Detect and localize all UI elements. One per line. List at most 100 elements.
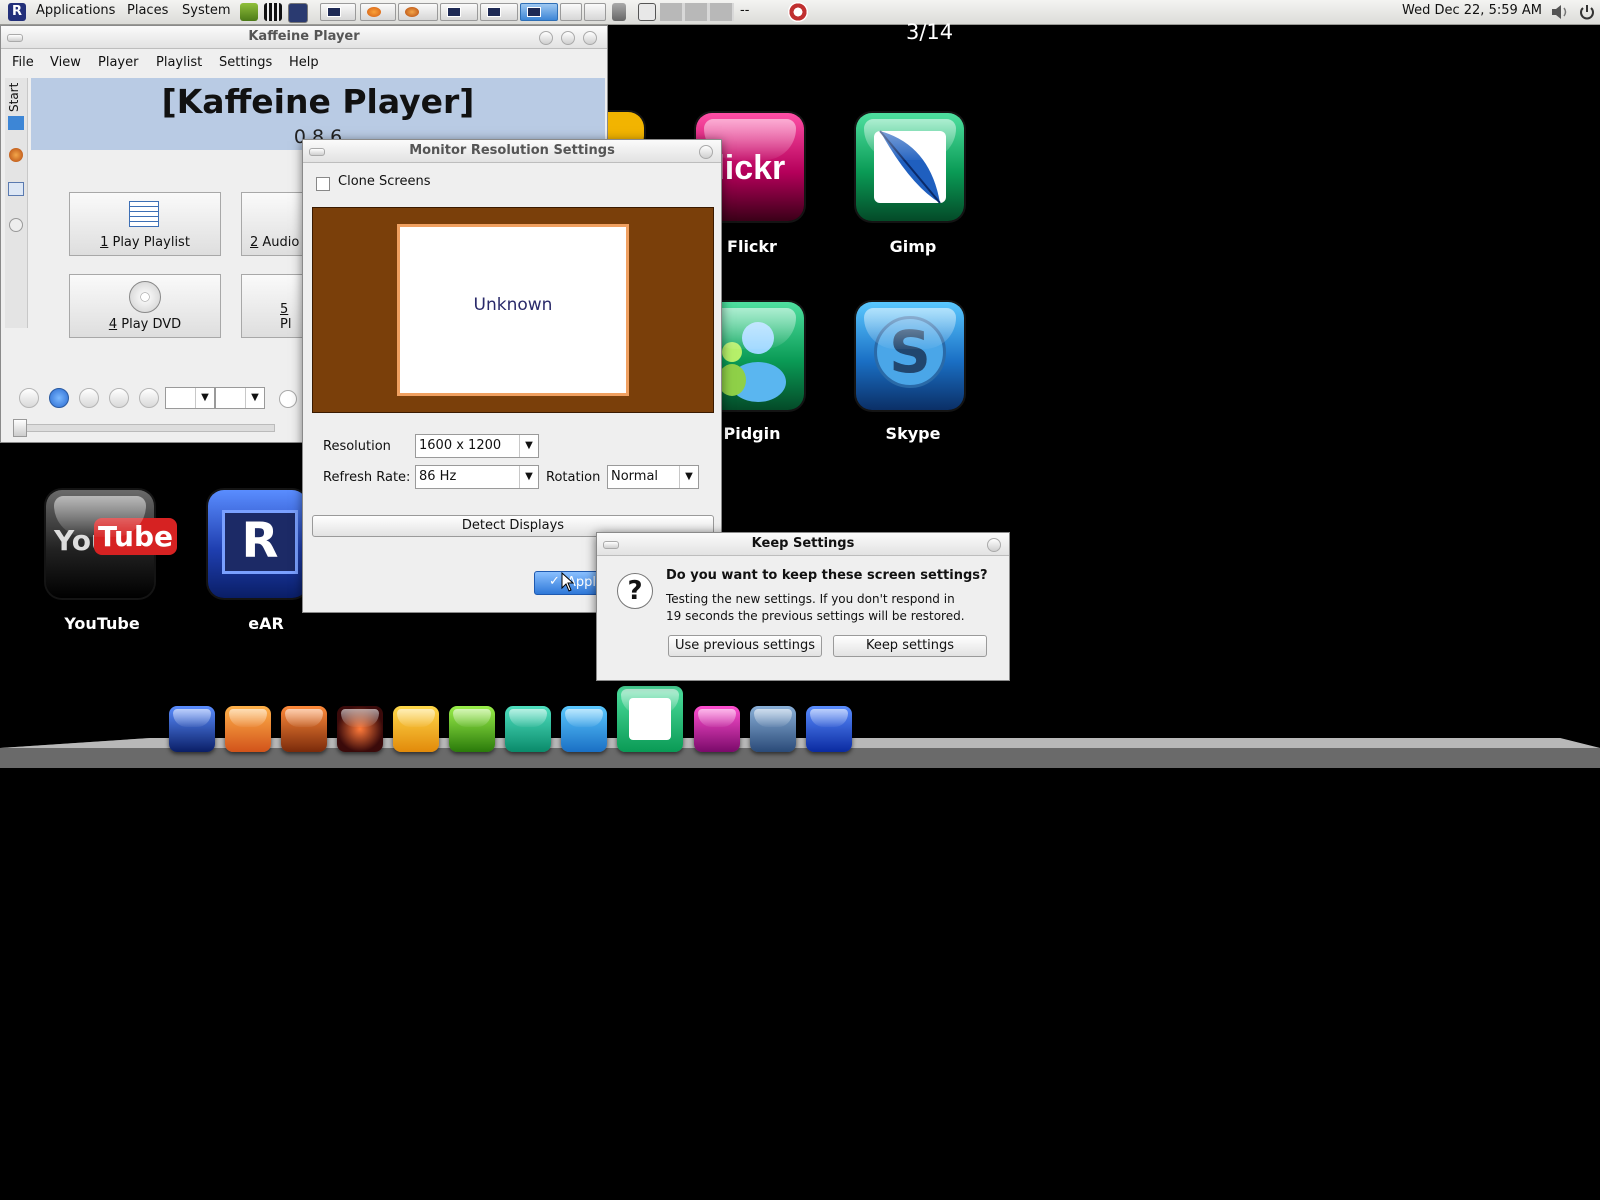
- top-panel: R Applications Places System -- Wed Dec …: [0, 0, 1600, 25]
- monitor-preview[interactable]: Unknown: [397, 224, 629, 396]
- minimize-icon[interactable]: [539, 31, 553, 45]
- clone-screens-checkbox[interactable]: [316, 177, 330, 191]
- workspace-pager[interactable]: [660, 3, 734, 21]
- menu-settings[interactable]: Settings: [219, 55, 272, 70]
- taskbar-button-ear[interactable]: [320, 3, 356, 21]
- monitor-app-icon[interactable]: [240, 3, 258, 21]
- window-menu-icon[interactable]: [309, 148, 325, 156]
- dock-gimp-icon[interactable]: [617, 686, 683, 752]
- dock-pidgin-icon[interactable]: [505, 706, 551, 752]
- next-icon[interactable]: [139, 388, 159, 408]
- menu-system[interactable]: System: [182, 3, 230, 18]
- play-icon[interactable]: [49, 388, 69, 408]
- audio-track-combo[interactable]: ▼: [165, 387, 215, 409]
- volume-slider-handle[interactable]: [279, 390, 297, 408]
- menu-help[interactable]: Help: [289, 55, 319, 70]
- keep-settings-dialog: Keep Settings ? Do you want to keep thes…: [596, 532, 1010, 681]
- keep-question: Do you want to keep these screen setting…: [666, 568, 988, 583]
- dock-settings-icon[interactable]: [750, 706, 796, 752]
- dvb-tab-icon[interactable]: [9, 218, 23, 232]
- panel-separator: --: [740, 3, 750, 18]
- play-button-5[interactable]: 5 Pl: [241, 274, 303, 338]
- kaffeine-titlebar[interactable]: Kaffeine Player: [1, 26, 607, 49]
- play-dvd-key: 4: [108, 317, 118, 332]
- taskbar-button-window-b[interactable]: [480, 3, 518, 21]
- dock-music-icon[interactable]: [694, 706, 740, 752]
- banner-title: [Kaffeine Player]: [161, 82, 475, 121]
- window-menu-icon[interactable]: [603, 541, 619, 549]
- gimp-label[interactable]: Gimp: [843, 237, 983, 256]
- start-icon[interactable]: [8, 116, 24, 130]
- menu-player[interactable]: Player: [98, 55, 138, 70]
- subtitle-combo[interactable]: ▼: [215, 387, 265, 409]
- skype-label[interactable]: Skype: [843, 424, 983, 443]
- dock-files-icon[interactable]: [561, 706, 607, 752]
- close-icon[interactable]: [987, 538, 1001, 552]
- panel-clock[interactable]: Wed Dec 22, 5:59 AM: [1402, 3, 1542, 18]
- menu-playlist[interactable]: Playlist: [156, 55, 202, 70]
- play-playlist-button[interactable]: 1 Play Playlist: [69, 192, 221, 256]
- kaffeine-tab-icon[interactable]: [9, 148, 23, 162]
- menu-applications[interactable]: Applications: [36, 3, 115, 18]
- workspace-switch-2[interactable]: [584, 3, 606, 21]
- playlist-tab-icon[interactable]: [8, 182, 24, 196]
- play-dvd-button[interactable]: 4 Play DVD: [69, 274, 221, 338]
- window-menu-icon[interactable]: [7, 34, 23, 42]
- trash-icon[interactable]: [612, 3, 626, 21]
- chevron-down-icon: ▼: [519, 435, 538, 457]
- piano-icon[interactable]: [264, 3, 282, 21]
- audio-button[interactable]: 2 Audio: [241, 192, 303, 256]
- refresh-rate-select[interactable]: 86 Hz ▼: [415, 465, 539, 489]
- previous-icon[interactable]: [19, 388, 39, 408]
- dock-coffee-icon[interactable]: [393, 706, 439, 752]
- workspace-switch-1[interactable]: [560, 3, 582, 21]
- volume-icon[interactable]: [1550, 3, 1570, 21]
- skype-app-icon[interactable]: S: [856, 302, 964, 410]
- playlist-icon: [129, 201, 159, 227]
- taskbar-button-window-a[interactable]: [440, 3, 478, 21]
- close-icon[interactable]: [583, 31, 597, 45]
- clone-screens-label[interactable]: Clone Screens: [338, 174, 430, 189]
- menu-file[interactable]: File: [12, 55, 34, 70]
- taskbar-button-monitor-settings[interactable]: [520, 3, 558, 21]
- ear-logo-icon[interactable]: R: [8, 3, 26, 21]
- dock-ear-icon[interactable]: [169, 706, 215, 752]
- ear-app-icon[interactable]: R: [208, 490, 308, 598]
- menu-places[interactable]: Places: [127, 3, 168, 18]
- menu-view[interactable]: View: [50, 55, 81, 70]
- keep-dialog-titlebar[interactable]: Keep Settings: [597, 533, 1009, 556]
- screenshot-icon[interactable]: [638, 3, 656, 21]
- position-slider[interactable]: [13, 424, 275, 432]
- dock-power-icon[interactable]: [806, 706, 852, 752]
- monitor-dialog-titlebar[interactable]: Monitor Resolution Settings: [303, 140, 721, 163]
- chevron-down-icon: ▼: [519, 466, 538, 488]
- question-icon: ?: [617, 573, 653, 609]
- use-previous-settings-button[interactable]: Use previous settings: [668, 635, 822, 657]
- display-icon[interactable]: [288, 3, 308, 23]
- pause-icon[interactable]: [79, 388, 99, 408]
- audio-label: Audio: [258, 235, 300, 250]
- youtube-app-icon[interactable]: You Tube: [46, 490, 177, 598]
- power-icon[interactable]: [1578, 3, 1596, 21]
- ear-label[interactable]: eAR: [196, 614, 336, 633]
- start-tab[interactable]: Start: [7, 83, 21, 112]
- close-icon[interactable]: [699, 145, 713, 159]
- dock-photos-icon[interactable]: [449, 706, 495, 752]
- youtube-label[interactable]: YouTube: [32, 614, 172, 633]
- keep-settings-button[interactable]: Keep settings: [833, 635, 987, 657]
- dock-firefox-icon[interactable]: [225, 706, 271, 752]
- page-indicator: 3/14: [906, 20, 954, 44]
- resolution-select[interactable]: 1600 x 1200 ▼: [415, 434, 539, 458]
- dock-guitar-icon[interactable]: [281, 706, 327, 752]
- dock-burner-icon[interactable]: [337, 706, 383, 752]
- maximize-icon[interactable]: [561, 31, 575, 45]
- update-notifier-icon[interactable]: [788, 2, 808, 22]
- resolution-label: Resolution: [323, 439, 391, 454]
- gimp-app-icon[interactable]: [856, 113, 964, 221]
- taskbar-button-firefox[interactable]: [360, 3, 396, 21]
- keep-body-line1: Testing the new settings. If you don't r…: [666, 592, 955, 606]
- taskbar-button-kaffeine[interactable]: [398, 3, 438, 21]
- position-slider-handle[interactable]: [13, 419, 27, 437]
- stop-icon[interactable]: [109, 388, 129, 408]
- rotation-select[interactable]: Normal ▼: [607, 465, 699, 489]
